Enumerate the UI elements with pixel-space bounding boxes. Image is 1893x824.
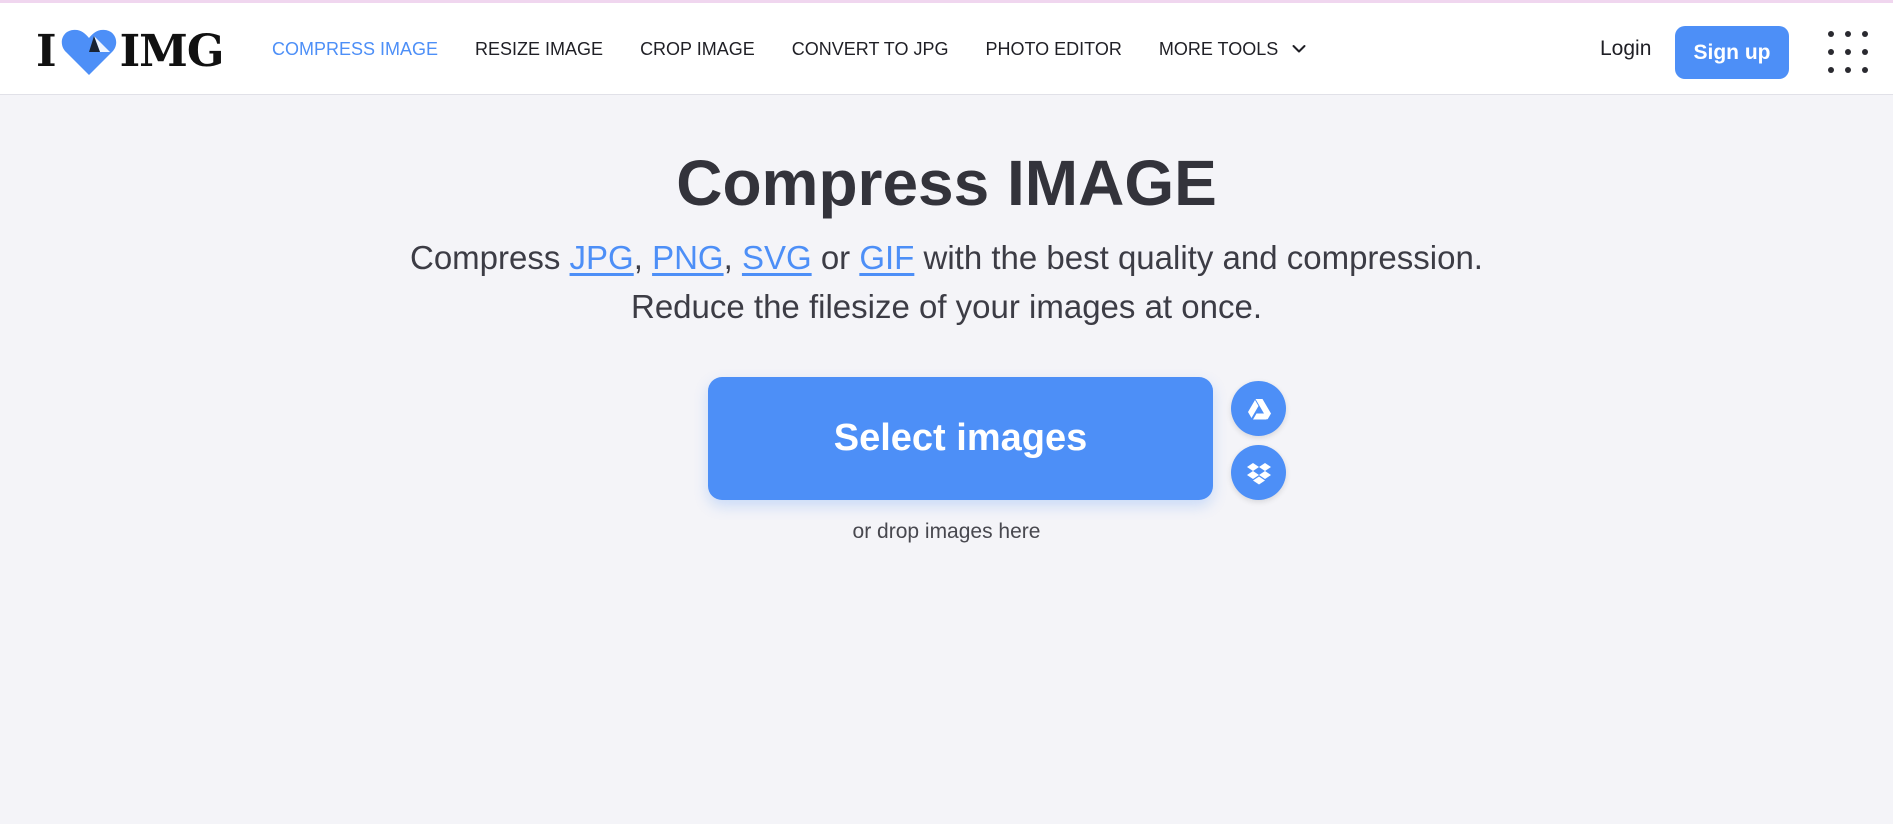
format-link-jpg[interactable]: JPG	[570, 239, 634, 276]
subtitle-comma: ,	[633, 239, 643, 276]
grid-dot	[1862, 49, 1868, 55]
signup-button[interactable]: Sign up	[1675, 26, 1789, 79]
page-subtitle: Compress JPG, PNG, SVG or GIF with the b…	[0, 236, 1893, 280]
nav-photo-editor[interactable]: PHOTO EDITOR	[985, 39, 1121, 60]
grid-menu-icon[interactable]	[1828, 31, 1868, 73]
heart-logo-icon	[61, 29, 116, 75]
logo-letter-i: I	[36, 25, 57, 77]
nav-more-tools[interactable]: MORE TOOLS	[1159, 39, 1306, 60]
grid-dot	[1845, 49, 1851, 55]
google-drive-button[interactable]	[1231, 381, 1286, 436]
ilovimg-logo[interactable]: I IMG	[36, 25, 225, 77]
logo-text-img: IMG	[119, 25, 225, 77]
format-link-svg[interactable]: SVG	[742, 239, 812, 276]
page-title: Compress IMAGE	[676, 147, 1217, 219]
grid-dot	[1828, 49, 1834, 55]
dropbox-icon	[1246, 462, 1271, 484]
subtitle-suffix: with the best quality and compression.	[923, 239, 1483, 276]
grid-dot	[1828, 67, 1834, 73]
nav-label: MORE TOOLS	[1158, 38, 1279, 59]
nav-crop-image[interactable]: CROP IMAGE	[640, 39, 755, 60]
nav-label: COMPRESS IMAGE	[272, 38, 439, 59]
subtitle-prefix: Compress	[410, 239, 561, 276]
login-link[interactable]: Login	[1600, 29, 1651, 69]
subtitle-comma: ,	[723, 239, 733, 276]
google-drive-icon	[1247, 398, 1271, 419]
nav-resize-image[interactable]: RESIZE IMAGE	[475, 39, 603, 60]
nav-compress-image[interactable]: COMPRESS IMAGE	[272, 39, 438, 60]
grid-dot	[1845, 67, 1851, 73]
select-images-button[interactable]: Select images	[708, 377, 1213, 500]
nav-label: PHOTO EDITOR	[985, 38, 1122, 59]
main-nav: COMPRESS IMAGE RESIZE IMAGE CROP IMAGE C…	[272, 3, 1343, 95]
top-navbar: I IMG COMPRESS IMAGE RESIZE IMAGE CROP I…	[0, 3, 1893, 95]
grid-dot	[1828, 31, 1834, 37]
subtitle-or: or	[820, 239, 851, 276]
format-link-gif[interactable]: GIF	[859, 239, 914, 276]
nav-label: CONVERT TO JPG	[791, 38, 949, 59]
nav-label: RESIZE IMAGE	[475, 38, 604, 59]
nav-convert-to-jpg[interactable]: CONVERT TO JPG	[792, 39, 949, 60]
nav-label: CROP IMAGE	[640, 38, 755, 59]
grid-dot	[1862, 31, 1868, 37]
page-subtitle-line2: Reduce the filesize of your images at on…	[630, 288, 1262, 325]
drop-hint: or drop images here	[852, 520, 1041, 543]
dropbox-button[interactable]	[1231, 445, 1286, 500]
grid-dot	[1845, 31, 1851, 37]
chevron-down-icon	[1292, 45, 1306, 53]
grid-dot	[1862, 67, 1868, 73]
format-link-png[interactable]: PNG	[652, 239, 724, 276]
